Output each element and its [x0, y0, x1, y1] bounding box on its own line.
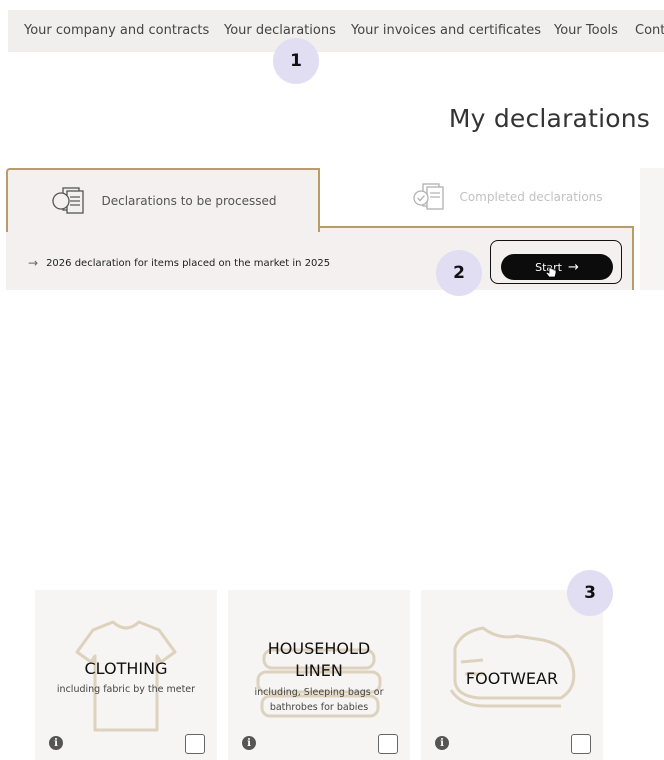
tab-completed-declarations-label: Completed declarations [459, 190, 603, 204]
category-subtitle-line1: including, Sleeping bags or [254, 687, 384, 698]
nav-company-contracts[interactable]: Your company and contracts [24, 23, 209, 38]
info-icon[interactable]: i [435, 736, 449, 750]
tab-completed-declarations[interactable]: Completed declarations [376, 168, 636, 226]
category-card-clothing[interactable]: CLOTHING including fabric by the meter i [35, 590, 217, 760]
arrow-right-icon: → [28, 256, 39, 270]
category-checkbox[interactable] [185, 734, 205, 754]
category-subtitle-line2: bathrobes for babies [269, 702, 369, 713]
category-title: CLOTHING [84, 659, 168, 678]
completed-documents-icon [413, 183, 445, 210]
step-badge-2: 2 [436, 250, 482, 296]
page-title: My declarations [448, 104, 650, 133]
nav-contact[interactable]: Cont [635, 23, 664, 38]
category-checkbox[interactable] [378, 734, 398, 754]
category-title-line1: HOUSEHOLD [267, 639, 371, 658]
category-title: FOOTWEAR [465, 669, 559, 688]
arrow-right-icon: → [567, 259, 579, 275]
top-nav: Your company and contracts Your declarat… [8, 10, 664, 52]
nav-tools[interactable]: Your Tools [554, 23, 618, 38]
step-badge-3: 3 [567, 570, 613, 616]
documents-icon [52, 187, 85, 214]
start-button[interactable]: Start → [501, 254, 613, 280]
category-title-line2: LINEN [295, 661, 343, 680]
info-icon[interactable]: i [49, 736, 63, 750]
declaration-row: → 2026 declaration for items placed on t… [28, 256, 330, 270]
declaration-text: 2026 declaration for items placed on the… [46, 257, 331, 269]
step-badge-1: 1 [273, 38, 319, 84]
nav-declarations[interactable]: Your declarations [224, 23, 336, 38]
nav-invoices-certificates[interactable]: Your invoices and certificates [351, 23, 541, 38]
category-checkbox[interactable] [571, 734, 591, 754]
tab-declarations-to-process-label: Declarations to be processed [101, 194, 277, 208]
category-card-household-linen[interactable]: HOUSEHOLD LINEN including, Sleeping bags… [228, 590, 410, 760]
start-button-highlight: Start → [490, 240, 622, 284]
hand-cursor-icon [545, 265, 557, 278]
category-subtitle: including fabric by the meter [56, 684, 196, 695]
declarations-panel: Declarations to be processed Completed d… [6, 168, 646, 290]
info-icon[interactable]: i [242, 736, 256, 750]
category-card-footwear[interactable]: FOOTWEAR i [421, 590, 603, 760]
tab-declarations-to-process[interactable]: Declarations to be processed [6, 168, 320, 232]
